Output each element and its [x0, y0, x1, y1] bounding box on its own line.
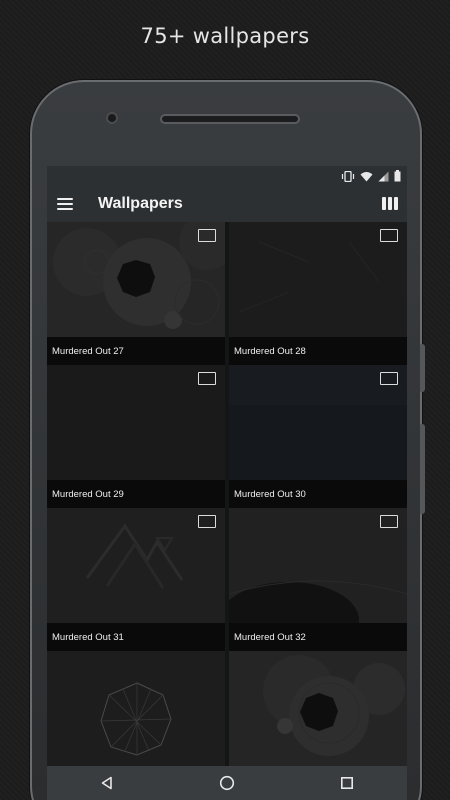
system-nav-bar	[47, 766, 407, 800]
page-title: Wallpapers	[98, 195, 183, 212]
app-bar: Wallpapers	[47, 186, 407, 222]
wallpaper-caption: Murdered Out 31	[47, 623, 225, 651]
volume-button	[420, 424, 425, 514]
back-icon[interactable]	[87, 768, 127, 798]
recents-icon[interactable]	[327, 768, 367, 798]
wallpaper-card[interactable]: Murdered Out 31	[47, 508, 225, 651]
hamburger-menu-icon[interactable]	[57, 198, 73, 210]
wallpaper-name: Murdered Out 31	[52, 631, 124, 643]
wallpaper-name: Murdered Out 29	[52, 488, 124, 500]
wallpaper-caption: Murdered Out 29	[47, 480, 225, 508]
status-bar	[47, 166, 407, 186]
fullscreen-icon[interactable]	[380, 372, 398, 385]
wallpaper-card[interactable]: Murdered Out 29	[47, 365, 225, 508]
wallpaper-name: Murdered Out 32	[234, 631, 306, 643]
vibrate-icon	[341, 170, 355, 182]
columns-view-icon[interactable]	[382, 197, 398, 210]
wallpaper-name: Murdered Out 30	[234, 488, 306, 500]
promo-headline: 75+ wallpapers	[140, 24, 310, 48]
home-icon[interactable]	[207, 768, 247, 798]
wallpaper-card[interactable]: Murdered Out 30	[229, 365, 407, 508]
front-camera	[106, 112, 118, 124]
wallpaper-name: Murdered Out 28	[234, 345, 306, 357]
wallpaper-caption: Murdered Out 32	[229, 623, 407, 651]
fullscreen-icon[interactable]	[198, 229, 216, 242]
wallpaper-caption: Murdered Out 28	[229, 337, 407, 365]
fullscreen-icon[interactable]	[198, 372, 216, 385]
wallpaper-card[interactable]: Murdered Out 27	[47, 222, 225, 365]
wallpaper-grid: Murdered Out 27 Murdered Out 28 Murdered…	[47, 222, 407, 794]
wifi-icon	[360, 171, 373, 181]
wallpaper-card[interactable]: Murdered Out 28	[229, 222, 407, 365]
signal-icon	[378, 171, 389, 181]
fullscreen-icon[interactable]	[198, 515, 216, 528]
earpiece-speaker	[160, 114, 300, 124]
wallpaper-name: Murdered Out 27	[52, 345, 124, 357]
wallpaper-card[interactable]: Murdered Out 32	[229, 508, 407, 651]
wallpaper-caption: Murdered Out 30	[229, 480, 407, 508]
battery-icon	[394, 170, 401, 182]
wallpaper-caption: Murdered Out 27	[47, 337, 225, 365]
fullscreen-icon[interactable]	[380, 515, 398, 528]
power-button	[420, 344, 425, 392]
fullscreen-icon[interactable]	[380, 229, 398, 242]
phone-screen: Wallpapers Murdered Out 27 Murdered Out …	[47, 166, 407, 800]
